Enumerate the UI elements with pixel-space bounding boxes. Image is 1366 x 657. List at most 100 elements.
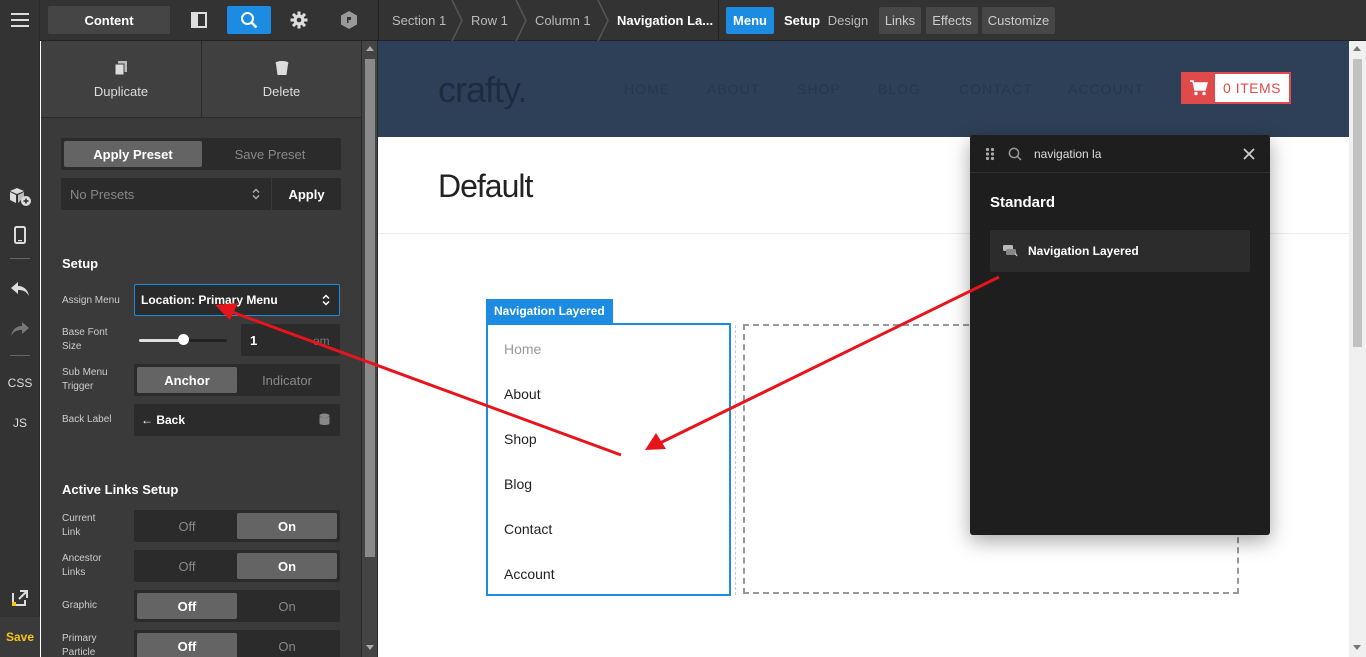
nav-item-home[interactable]: Home xyxy=(504,341,541,357)
tab-customize[interactable]: Customize xyxy=(982,7,1055,34)
scroll-down-arrow-icon[interactable] xyxy=(1353,645,1361,650)
gear-icon[interactable] xyxy=(286,6,312,34)
ancestor-links-off[interactable]: Off xyxy=(137,553,237,579)
current-link-on[interactable]: On xyxy=(237,513,337,539)
breadcrumb-row-label: Row 1 xyxy=(471,13,508,28)
off-label: Off xyxy=(178,518,196,534)
select-chevron-icon xyxy=(322,294,330,306)
content-button[interactable]: Content xyxy=(48,6,170,34)
nav-item-about[interactable]: About xyxy=(504,386,541,402)
element-search-input[interactable]: navigation la xyxy=(1034,147,1101,161)
nav-item-contact[interactable]: Contact xyxy=(504,521,552,537)
nav-link-shop[interactable]: SHOP xyxy=(797,81,841,97)
result-item-navigation-layered[interactable]: Navigation Layered xyxy=(990,230,1250,272)
nav-element-tag[interactable]: Navigation Layered xyxy=(486,299,613,323)
save-preset-tab[interactable]: Save Preset xyxy=(202,141,338,167)
apply-preset-tab[interactable]: Apply Preset xyxy=(64,141,202,167)
primary-particle-off[interactable]: Off xyxy=(137,633,237,657)
add-element-icon[interactable] xyxy=(0,183,40,209)
cart-button[interactable]: 0 ITEMS xyxy=(1181,72,1291,104)
menu-icon[interactable] xyxy=(0,8,40,32)
on-label: On xyxy=(277,558,297,574)
tab-links[interactable]: Links xyxy=(879,7,921,34)
base-font-slider[interactable] xyxy=(139,334,227,345)
drag-handle-icon[interactable] xyxy=(985,147,995,161)
close-icon[interactable] xyxy=(1243,148,1255,160)
nav-link-about[interactable]: ABOUT xyxy=(707,81,760,97)
current-link-off[interactable]: Off xyxy=(137,513,237,539)
panel-scrollbar[interactable] xyxy=(361,41,378,657)
back-label-input[interactable]: ← Back xyxy=(134,404,340,436)
tab-customize-label: Customize xyxy=(987,13,1050,28)
graphic-on[interactable]: On xyxy=(237,593,337,619)
breadcrumb-row[interactable]: Row 1 xyxy=(471,0,508,41)
search-icon[interactable] xyxy=(227,6,271,34)
external-link-icon[interactable] xyxy=(0,587,40,609)
duplicate-button[interactable]: Duplicate xyxy=(41,41,201,117)
base-font-slider-handle[interactable] xyxy=(178,334,189,345)
submenu-label-line2: Trigger xyxy=(62,381,94,392)
app-window: CSS JS Save Content Section 1 Row 1 Colu… xyxy=(0,0,1366,657)
js-button[interactable]: JS xyxy=(0,414,40,432)
breadcrumb-column-label: Column 1 xyxy=(535,13,591,28)
breadcrumb-element[interactable]: Navigation La... xyxy=(617,0,713,41)
responsive-icon[interactable] xyxy=(0,224,40,246)
result-item-label: Navigation Layered xyxy=(1028,244,1139,258)
breadcrumb-separator-icon xyxy=(597,0,609,41)
breadcrumb-separator-icon xyxy=(515,0,527,41)
ancestor-links-on[interactable]: On xyxy=(237,553,337,579)
apply-button[interactable]: Apply xyxy=(272,178,341,210)
canvas-scroll-thumb[interactable] xyxy=(1353,59,1362,347)
tab-menu[interactable]: Menu xyxy=(726,7,774,34)
submenu-trigger-toggle: Anchor Indicator xyxy=(134,364,340,396)
tab-setup[interactable]: Setup xyxy=(780,7,824,34)
assign-menu-select[interactable]: Location: Primary Menu xyxy=(134,284,340,316)
undo-icon[interactable] xyxy=(0,279,40,299)
tab-setup-label: Setup xyxy=(783,13,821,28)
primary-particle-label-line2: Particle xyxy=(62,647,96,657)
theme-icon[interactable] xyxy=(336,6,362,34)
cart-icon xyxy=(1183,74,1215,102)
submenu-anchor-option[interactable]: Anchor xyxy=(137,367,237,393)
nav-item-shop[interactable]: Shop xyxy=(504,431,537,447)
preset-select[interactable]: No Presets xyxy=(61,178,271,210)
nav-link-home[interactable]: HOME xyxy=(624,81,670,97)
nav-item-blog[interactable]: Blog xyxy=(504,476,532,492)
layout-panel-icon[interactable] xyxy=(186,6,212,34)
primary-particle-on[interactable]: On xyxy=(237,633,337,657)
scroll-up-arrow-icon[interactable] xyxy=(1353,46,1361,51)
base-font-unit: em xyxy=(313,334,330,348)
layered-nav-icon xyxy=(1003,245,1018,257)
tab-effects[interactable]: Effects xyxy=(926,7,978,34)
ancestor-links-label: Ancestor Links xyxy=(62,552,101,580)
search-icon xyxy=(1008,147,1022,161)
css-button[interactable]: CSS xyxy=(0,374,40,392)
back-label-label: Back Label xyxy=(62,414,112,425)
nav-link-account[interactable]: ACCOUNT xyxy=(1068,81,1144,97)
apply-label: Apply xyxy=(288,186,325,202)
nav-link-blog[interactable]: BLOG xyxy=(878,81,921,97)
breadcrumb-column[interactable]: Column 1 xyxy=(535,0,591,41)
breadcrumb-separator-icon xyxy=(451,0,463,41)
base-font-input[interactable]: 1 em xyxy=(241,324,340,356)
save-button[interactable]: Save xyxy=(0,617,40,657)
submenu-indicator-option[interactable]: Indicator xyxy=(237,367,337,393)
submenu-label-line1: Sub Menu xyxy=(62,367,108,378)
navigation-layered-element[interactable]: Home About Shop Blog Contact Account xyxy=(486,323,731,596)
site-logo[interactable]: crafty. xyxy=(438,69,527,111)
tab-design-label: Design xyxy=(827,13,869,28)
redo-icon[interactable] xyxy=(0,319,40,339)
panel-scroll-thumb[interactable] xyxy=(365,59,375,557)
graphic-off[interactable]: Off xyxy=(137,593,237,619)
base-font-label-line2: Size xyxy=(62,341,82,352)
submenu-indicator-label: Indicator xyxy=(262,372,312,388)
tab-design[interactable]: Design xyxy=(826,7,870,34)
scroll-up-arrow-icon[interactable] xyxy=(366,46,374,51)
scroll-down-arrow-icon[interactable] xyxy=(366,645,374,650)
breadcrumb-section[interactable]: Section 1 xyxy=(392,0,446,41)
canvas-scrollbar[interactable] xyxy=(1349,41,1366,657)
delete-button[interactable]: Delete xyxy=(202,41,361,117)
assign-menu-value: Location: Primary Menu xyxy=(141,293,278,307)
nav-item-account[interactable]: Account xyxy=(504,566,555,582)
nav-link-contact[interactable]: CONTACT xyxy=(959,81,1033,97)
